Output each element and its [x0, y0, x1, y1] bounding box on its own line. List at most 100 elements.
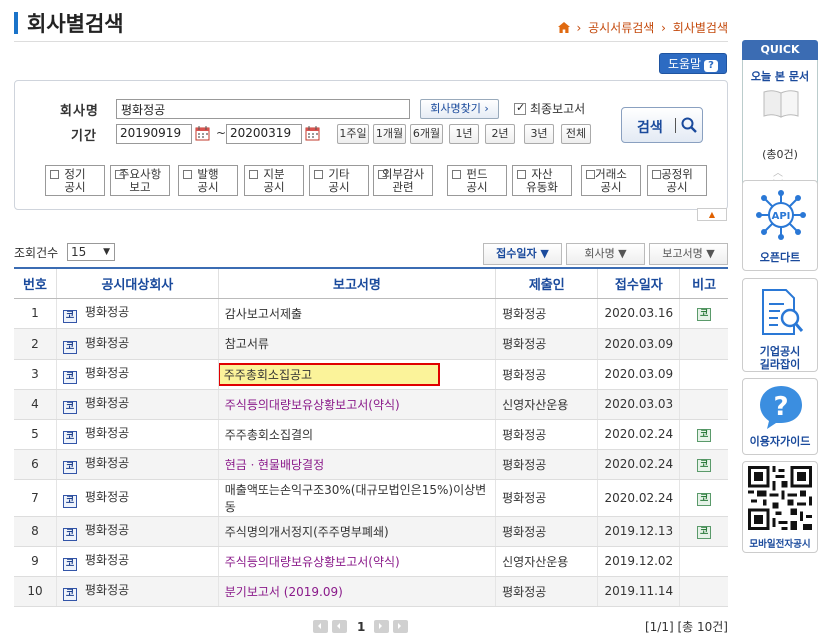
table-row[interactable]: 5 코 평화정공 주주총회소집결의 평화정공 2020.02.24 코: [14, 419, 728, 450]
report-name-link[interactable]: 현금ㆍ현물배당결정: [225, 458, 324, 472]
report-name-link[interactable]: 참고서류: [225, 337, 269, 351]
company-cell[interactable]: 코 평화정공: [56, 359, 219, 390]
company-input[interactable]: 평화정공: [116, 99, 410, 119]
company-cell[interactable]: 코 평화정공: [56, 298, 219, 329]
company-cell[interactable]: 코 평화정공: [56, 516, 219, 547]
checkbox-icon[interactable]: [514, 101, 526, 115]
range-6month-button[interactable]: 6개월: [410, 124, 443, 144]
table-row[interactable]: 9 코 평화정공 주식등의대량보유상황보고서(약식) 신영자산운용 2019.12.02: [14, 546, 728, 577]
table-row[interactable]: 6 코 평화정공 현금ㆍ현물배당결정 평화정공 2020.02.24 코: [14, 449, 728, 480]
final-report-checkbox[interactable]: 최종보고서: [514, 100, 585, 117]
report-name-link[interactable]: 주식등의대량보유상황보고서(약식): [225, 555, 400, 569]
calendar-icon[interactable]: [195, 126, 210, 141]
checkbox-icon[interactable]: [517, 170, 526, 179]
count-select[interactable]: 15 ▼: [67, 243, 115, 261]
category-checkbox[interactable]: 공정위 공시: [647, 165, 707, 196]
first-page-icon[interactable]: [313, 620, 328, 633]
report-cell[interactable]: 감사보고서제출: [217, 298, 496, 329]
checkbox-icon[interactable]: [50, 170, 59, 179]
checkbox-icon[interactable]: [314, 170, 323, 179]
checkbox-icon[interactable]: [115, 170, 124, 179]
report-name-link[interactable]: 주주총회소집결의: [225, 428, 313, 442]
category-checkbox[interactable]: 거래소 공시: [581, 165, 641, 196]
opendart-link[interactable]: API 오픈다트: [742, 180, 818, 271]
exchange-note-icon[interactable]: 코: [697, 308, 712, 321]
report-cell[interactable]: 현금ㆍ현물배당결정: [217, 449, 496, 480]
company-cell[interactable]: 코 평화정공: [56, 389, 219, 420]
calendar-icon[interactable]: [305, 126, 320, 141]
sort-by-report-button[interactable]: 보고서명 ▼: [649, 243, 728, 265]
report-name-link[interactable]: 매출액또는손익구조30%(대규모법인은15%)이상변동: [225, 483, 486, 514]
category-checkbox[interactable]: 주요사항 보고: [110, 165, 170, 196]
range-all-button[interactable]: 전체: [561, 124, 591, 144]
checkbox-icon[interactable]: [378, 170, 387, 179]
company-cell[interactable]: 코 평화정공: [56, 419, 219, 450]
sort-by-date-button[interactable]: 접수일자 ▼: [483, 243, 562, 265]
range-1week-button[interactable]: 1주일: [337, 124, 369, 144]
exchange-note-icon[interactable]: 코: [697, 492, 712, 506]
company-name[interactable]: 평화정공: [85, 426, 129, 440]
range-1month-button[interactable]: 1개월: [373, 124, 406, 144]
category-checkbox[interactable]: 발행 공시: [178, 165, 238, 196]
user-guide-link[interactable]: ? 이용자가이드: [742, 378, 818, 455]
table-row[interactable]: 10 코 평화정공 분기보고서 (2019.09) 평화정공 2019.11.14: [14, 576, 728, 607]
report-cell[interactable]: 매출액또는손익구조30%(대규모법인은15%)이상변동: [217, 479, 496, 517]
report-name-link[interactable]: 감사보고서제출: [225, 307, 302, 321]
help-button[interactable]: 도움말?: [659, 53, 727, 74]
report-cell[interactable]: 주식등의대량보유상황보고서(약식): [217, 389, 496, 420]
checkbox-icon[interactable]: [183, 170, 192, 179]
home-icon[interactable]: [557, 22, 570, 33]
mobile-disclosure-link[interactable]: 모바일전자공시: [742, 461, 818, 553]
range-3year-button[interactable]: 3년: [524, 124, 554, 144]
report-name-link[interactable]: 주식등의대량보유상황보고서(약식): [225, 398, 400, 412]
sort-by-company-button[interactable]: 회사명 ▼: [566, 243, 645, 265]
report-name-link[interactable]: 주주총회소집공고: [217, 362, 440, 386]
report-cell[interactable]: 주주총회소집결의: [217, 419, 496, 450]
company-cell[interactable]: 코 평화정공: [56, 546, 219, 577]
table-row[interactable]: 4 코 평화정공 주식등의대량보유상황보고서(약식) 신영자산운용 2020.03.03: [14, 389, 728, 420]
category-checkbox[interactable]: 지분 공시: [244, 165, 304, 196]
collapse-form-button[interactable]: ▲: [697, 208, 727, 221]
checkbox-icon[interactable]: [652, 170, 661, 179]
exchange-note-icon[interactable]: 코: [697, 429, 712, 442]
range-1year-button[interactable]: 1년: [449, 124, 479, 144]
company-cell[interactable]: 코 평화정공: [56, 576, 219, 607]
company-name[interactable]: 평화정공: [85, 366, 129, 380]
breadcrumb-item-disclosure-search[interactable]: 공시서류검색: [588, 21, 654, 35]
checkbox-icon[interactable]: [249, 170, 258, 179]
company-name[interactable]: 평화정공: [85, 305, 129, 319]
category-checkbox[interactable]: 정기 공시: [45, 165, 105, 196]
category-checkbox[interactable]: 자산 유동화: [512, 165, 572, 196]
company-name[interactable]: 평화정공: [85, 456, 129, 470]
table-row[interactable]: 7 코 평화정공 매출액또는손익구조30%(대규모법인은15%)이상변동 평화정공 202…: [14, 479, 728, 517]
next-page-icon[interactable]: [374, 620, 390, 633]
report-name-link[interactable]: 주식명의개서정지(주주명부폐쇄): [225, 525, 389, 539]
report-cell[interactable]: 참고서류: [217, 328, 496, 360]
company-name[interactable]: 평화정공: [85, 336, 129, 350]
range-2year-button[interactable]: 2년: [485, 124, 515, 144]
company-name[interactable]: 평화정공: [85, 523, 129, 537]
report-cell[interactable]: 주식등의대량보유상황보고서(약식): [217, 546, 496, 577]
table-row[interactable]: 1 코 평화정공 감사보고서제출 평화정공 2020.03.16 코: [14, 298, 728, 329]
find-company-button[interactable]: 회사명찾기 ›: [420, 99, 499, 119]
table-row[interactable]: 2 코 평화정공 참고서류 평화정공 2020.03.09: [14, 328, 728, 360]
report-cell[interactable]: 주주총회소집공고: [217, 359, 496, 390]
recent-documents[interactable]: 오늘 본 문서 (총0건) ︿ ﹀: [742, 60, 818, 193]
search-button[interactable]: 검색: [621, 107, 703, 143]
page-number[interactable]: 1: [357, 620, 365, 634]
category-checkbox[interactable]: 외부감사 관련: [373, 165, 433, 196]
company-name[interactable]: 평화정공: [85, 490, 129, 504]
report-cell[interactable]: 분기보고서 (2019.09): [217, 576, 496, 607]
end-date-input[interactable]: 20200319: [226, 124, 302, 144]
breadcrumb-item-company-search[interactable]: 회사별검색: [673, 21, 728, 35]
exchange-note-icon[interactable]: 코: [697, 526, 712, 539]
category-checkbox[interactable]: 펀드 공시: [447, 165, 507, 196]
start-date-input[interactable]: 20190919: [116, 124, 192, 144]
prev-page-icon[interactable]: [332, 620, 347, 633]
category-checkbox[interactable]: 기타 공시: [309, 165, 369, 196]
table-row[interactable]: 3 코 평화정공 주주총회소집공고 평화정공 2020.03.09: [14, 359, 728, 390]
company-name[interactable]: 평화정공: [85, 553, 129, 567]
company-cell[interactable]: 코 평화정공: [56, 479, 219, 517]
exchange-note-icon[interactable]: 코: [697, 459, 712, 472]
company-name[interactable]: 평화정공: [85, 396, 129, 410]
